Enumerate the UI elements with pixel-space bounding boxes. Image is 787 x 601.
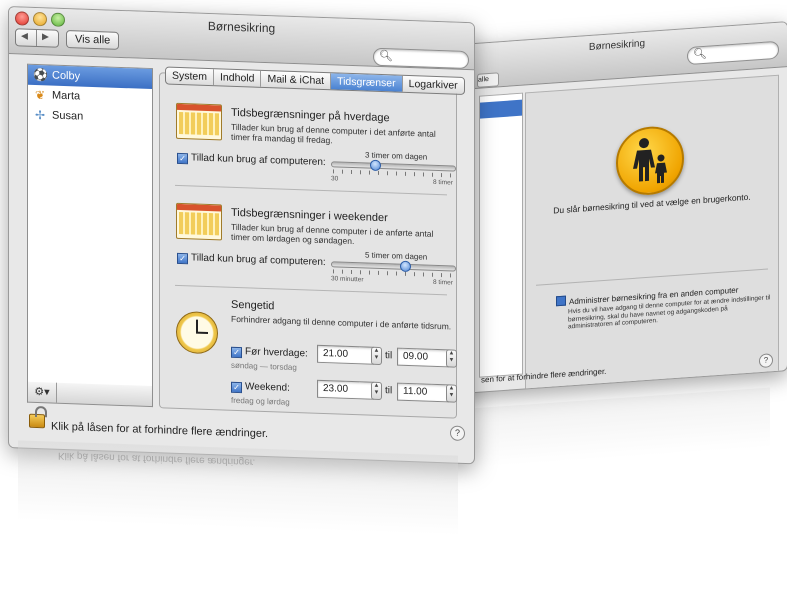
bedtime-title: Sengetid xyxy=(231,298,275,313)
checkbox-checkmark-icon: ✓ xyxy=(231,346,242,359)
admin-remote-option[interactable]: Administrer børnesikring fra en anden co… xyxy=(556,281,771,332)
titlebar: Børnesikring ◀ ▶ Vis alle 🔍︎ xyxy=(9,7,474,71)
user-name: Marta xyxy=(52,89,81,103)
back-selected-row[interactable] xyxy=(480,99,522,119)
soccer-ball-icon: ⚽ xyxy=(33,67,48,83)
tab-mail-ichat[interactable]: Mail & iChat xyxy=(261,70,332,90)
weekend-to-stepper[interactable]: ▲ ▼ xyxy=(446,384,457,403)
lock-text: Klik på låsen for at forhindre flere ænd… xyxy=(51,420,269,441)
bedtime-weekend-checkbox[interactable]: ✓ Weekend: xyxy=(231,381,290,395)
forward-arrow-icon[interactable]: ▶ xyxy=(42,31,49,42)
weekend-max-label: 8 timer xyxy=(433,278,453,287)
magnifier-icon: 🔍︎ xyxy=(379,49,393,63)
back-user-list[interactable] xyxy=(479,92,523,378)
front-window: Børnesikring ◀ ▶ Vis alle 🔍︎ ⚽ Colby ❦ M… xyxy=(8,6,475,465)
weekday-to-field[interactable]: 09.00 xyxy=(397,347,449,368)
show-all-button[interactable]: Vis alle xyxy=(66,30,120,50)
butterfly-icon: ❦ xyxy=(34,87,46,103)
weekend-slider-knob[interactable] xyxy=(399,260,411,273)
reflection-text: Klik på låsen for at forhindre flere ænd… xyxy=(58,449,256,468)
window-reflection: Klik på låsen for at forhindre flere ænd… xyxy=(18,440,458,536)
magnifier-icon: 🔍︎ xyxy=(693,47,707,61)
lock-row: Klik på låsen for at forhindre flere ænd… xyxy=(29,413,269,441)
weekday-max-label: 8 timer xyxy=(433,178,453,187)
til-label: til xyxy=(385,385,393,397)
back-content-pane: Du slår børnesikring til ved at vælge en… xyxy=(525,74,779,393)
user-row-susan[interactable]: ✢ Susan xyxy=(28,105,152,129)
weekday-min-label: 30 xyxy=(331,175,339,183)
weekend-from-field[interactable]: 23.00 xyxy=(317,379,374,400)
weekday-from-field[interactable]: 21.00 xyxy=(317,344,374,365)
tab-indhold[interactable]: Indhold xyxy=(214,69,262,87)
tab-system[interactable]: System xyxy=(166,67,215,86)
help-button[interactable]: ? xyxy=(450,425,465,441)
lock-icon[interactable] xyxy=(29,413,45,429)
user-name: Colby xyxy=(52,69,81,83)
back-window-reflection xyxy=(470,387,770,469)
weekday-from-stepper[interactable]: ▲ ▼ xyxy=(371,346,382,366)
checkbox-checkmark-icon: ✓ xyxy=(177,252,188,265)
user-name: Susan xyxy=(52,109,84,123)
nav-separator xyxy=(36,29,37,47)
family-icon xyxy=(616,124,684,198)
bedtime-weekday-label: Før hverdage: xyxy=(245,346,308,360)
bedtime-weekend-label: Weekend: xyxy=(245,381,290,394)
weekend-from-stepper[interactable]: ▲ ▼ xyxy=(371,381,382,401)
user-list[interactable]: ⚽ Colby ❦ Marta ✢ Susan xyxy=(27,63,153,389)
calendar-weekday-icon xyxy=(176,102,222,141)
calendar-weekend-icon xyxy=(176,202,222,241)
back-window: Børnesikring 🔍︎ alle Du slår børnesikrin… xyxy=(446,21,787,396)
back-show-all-button[interactable]: alle xyxy=(477,72,499,88)
weekday-to-stepper[interactable]: ▲ ▼ xyxy=(446,349,457,368)
tab-logarkiver[interactable]: Logarkiver xyxy=(403,76,464,94)
search-field[interactable]: 🔍︎ xyxy=(373,47,469,70)
weekend-to-field[interactable]: 11.00 xyxy=(397,382,449,403)
admin-checkbox[interactable] xyxy=(556,295,566,307)
user-list-toolbar: ⚙▾ xyxy=(27,381,153,408)
dragonfly-icon: ✢ xyxy=(34,107,46,123)
til-label: til xyxy=(385,350,393,362)
clock-icon xyxy=(176,310,218,355)
back-forward-control[interactable]: ◀ ▶ xyxy=(15,28,59,48)
gear-menu-button[interactable]: ⚙▾ xyxy=(28,381,57,403)
weekend-min-label: 30 minutter xyxy=(331,275,364,284)
checkbox-checkmark-icon: ✓ xyxy=(177,152,188,165)
tab-tidsgraenser[interactable]: Tidsgrænser xyxy=(331,73,403,92)
back-arrow-icon[interactable]: ◀ xyxy=(21,30,28,41)
checkbox-checkmark-icon: ✓ xyxy=(231,381,242,394)
